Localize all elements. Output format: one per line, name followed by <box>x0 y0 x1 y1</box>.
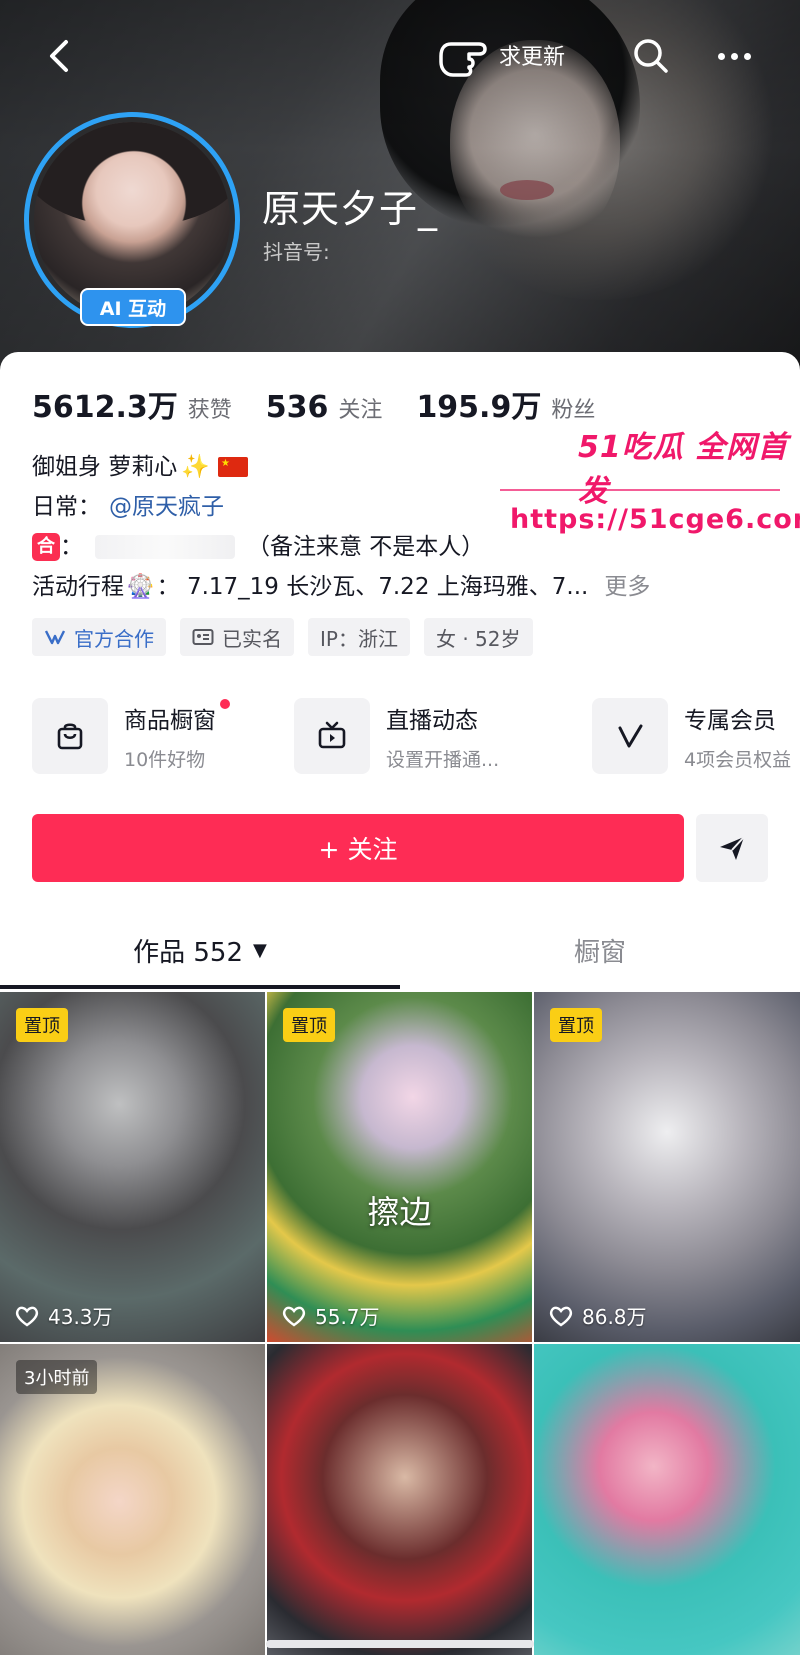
stat-likes-label: 获赞 <box>187 398 232 423</box>
china-flag-icon <box>217 457 248 477</box>
more-options-button[interactable] <box>712 35 756 77</box>
stat-following-label: 关注 <box>338 398 383 423</box>
request-update-button[interactable]: 求更新 <box>435 32 565 78</box>
video-grid: 置顶 43.3万 置顶 擦边 55.7万 置顶 86.8万 3小时前 <box>0 992 800 1655</box>
shopping-bag-icon <box>32 698 108 774</box>
video-thumbnail[interactable]: 置顶 86.8万 <box>534 992 800 1342</box>
video-caption: 擦边 <box>367 1193 432 1231</box>
video-thumbnail[interactable] <box>534 1344 800 1655</box>
pinned-badge: 置顶 <box>16 1008 68 1042</box>
stat-likes: 5612.3万 获赞 <box>32 382 232 426</box>
tag-label: 已实名 <box>222 626 282 651</box>
tv-icon <box>294 698 370 774</box>
share-button[interactable] <box>696 814 768 882</box>
more-dot-icon <box>730 52 738 60</box>
tag-label: 女 · 52岁 <box>435 626 521 651</box>
chevron-left-icon <box>50 40 68 72</box>
service-live[interactable]: 直播动态 设置开播通... <box>294 698 499 774</box>
service-subtitle: 4项会员权益 <box>684 748 792 771</box>
more-dot-icon <box>717 52 725 60</box>
service-title: 直播动态 <box>386 707 478 734</box>
time-badge: 3小时前 <box>16 1360 98 1394</box>
stat-following-value: 536 <box>265 390 329 425</box>
content-tabs: 作品 552 ▼ 橱窗 <box>0 914 800 990</box>
bio-mention-link[interactable]: @原天疯子 <box>109 487 224 527</box>
pinned-badge: 置顶 <box>550 1008 602 1042</box>
top-bar: 求更新 <box>0 22 800 92</box>
tag-label: IP：浙江 <box>320 626 398 651</box>
profile-nickname: 原天夕子_ <box>262 187 439 231</box>
notification-dot <box>220 698 230 709</box>
heart-icon <box>549 1306 573 1326</box>
search-button[interactable] <box>630 35 672 77</box>
tab-shop-window[interactable]: 橱窗 <box>400 914 800 986</box>
like-count: 86.8万 <box>548 1301 647 1330</box>
like-count: 55.7万 <box>281 1301 380 1330</box>
video-thumbnail[interactable] <box>267 1344 532 1655</box>
stat-followers-label: 粉丝 <box>551 398 596 423</box>
video-thumbnail[interactable]: 置顶 擦边 55.7万 <box>267 992 532 1342</box>
heart-icon <box>15 1306 39 1326</box>
bio-note: （备注来意 不是本人） <box>247 534 485 560</box>
tab-works-label: 作品 552 <box>133 937 244 968</box>
follow-button[interactable]: + 关注 <box>32 814 684 882</box>
stat-followers[interactable]: 195.9万 粉丝 <box>416 382 595 426</box>
v-membership-icon <box>592 698 668 774</box>
ferris-wheel-icon: 🎡 <box>126 574 155 600</box>
tag-label: 官方合作 <box>74 626 154 651</box>
back-button[interactable] <box>38 34 82 78</box>
service-shop-window[interactable]: 商品橱窗 10件好物 <box>32 698 230 774</box>
service-subtitle: 10件好物 <box>124 748 206 771</box>
stat-followers-value: 195.9万 <box>416 390 542 425</box>
active-tab-indicator <box>0 985 400 989</box>
bio-colon: ： <box>60 534 83 560</box>
redacted-contact <box>95 535 235 559</box>
tag-gender-age: 女 · 52岁 <box>423 618 533 656</box>
service-title: 商品橱窗 <box>124 698 230 735</box>
id-card-icon <box>192 629 214 645</box>
pinned-badge: 置顶 <box>283 1008 335 1042</box>
profile-tags: 官方合作 已实名 IP：浙江 女 · 52岁 <box>32 618 533 656</box>
video-thumbnail[interactable]: 3小时前 <box>0 1344 265 1655</box>
watermark-url: https://51cge6.com <box>510 504 800 535</box>
profile-card: 5612.3万 获赞 536 关注 195.9万 粉丝 御姐身 萝莉心 ✨ 日常… <box>0 352 800 1655</box>
ai-interact-badge[interactable]: AI 互动 <box>80 288 186 326</box>
bio-daily-label: 日常： <box>32 494 101 520</box>
pointing-hand-icon <box>439 42 487 77</box>
home-indicator <box>266 1640 534 1648</box>
caret-down-icon: ▼ <box>253 939 267 961</box>
bio-schedule-text: ： 7.17_19 长沙瓦、7.22 上海玛雅、7... <box>156 574 589 600</box>
tag-official-cooperation[interactable]: 官方合作 <box>32 618 166 656</box>
bio-schedule-label: 活动行程 <box>32 574 124 600</box>
stat-following[interactable]: 536 关注 <box>266 390 383 425</box>
more-dot-icon <box>743 52 751 60</box>
heart-icon <box>282 1306 306 1326</box>
like-count: 43.3万 <box>14 1301 113 1330</box>
watermark-text: 51吃瓜 全网首发 <box>578 430 789 509</box>
tag-ip-location: IP：浙江 <box>308 618 410 656</box>
tab-works[interactable]: 作品 552 ▼ <box>0 914 400 986</box>
douyin-id-label: 抖音号: <box>263 240 330 264</box>
service-entries: 商品橱窗 10件好物 直播动态 设置开播通... 专属会员 4项会员权益 <box>32 698 800 778</box>
bio-more-link[interactable]: 更多 <box>604 567 650 607</box>
service-membership[interactable]: 专属会员 4项会员权益 <box>592 698 791 774</box>
video-thumbnail[interactable]: 置顶 43.3万 <box>0 992 265 1342</box>
bio-text: 御姐身 萝莉心 <box>32 454 178 480</box>
send-icon <box>720 836 745 860</box>
tag-verified: 已实名 <box>180 618 294 656</box>
search-icon <box>634 39 668 73</box>
stat-likes-value: 5612.3万 <box>32 390 178 425</box>
cooperation-badge-icon: 合 <box>32 533 60 561</box>
sparkles-icon: ✨ <box>181 454 210 480</box>
request-update-label: 求更新 <box>499 45 566 70</box>
service-title: 专属会员 <box>684 707 776 734</box>
service-subtitle: 设置开播通... <box>386 748 500 771</box>
stats-row: 5612.3万 获赞 536 关注 195.9万 粉丝 <box>32 382 595 426</box>
handshake-icon <box>44 630 66 645</box>
bio-line-4: 活动行程 🎡 ： 7.17_19 长沙瓦、7.22 上海玛雅、7... 更多 <box>32 567 772 607</box>
